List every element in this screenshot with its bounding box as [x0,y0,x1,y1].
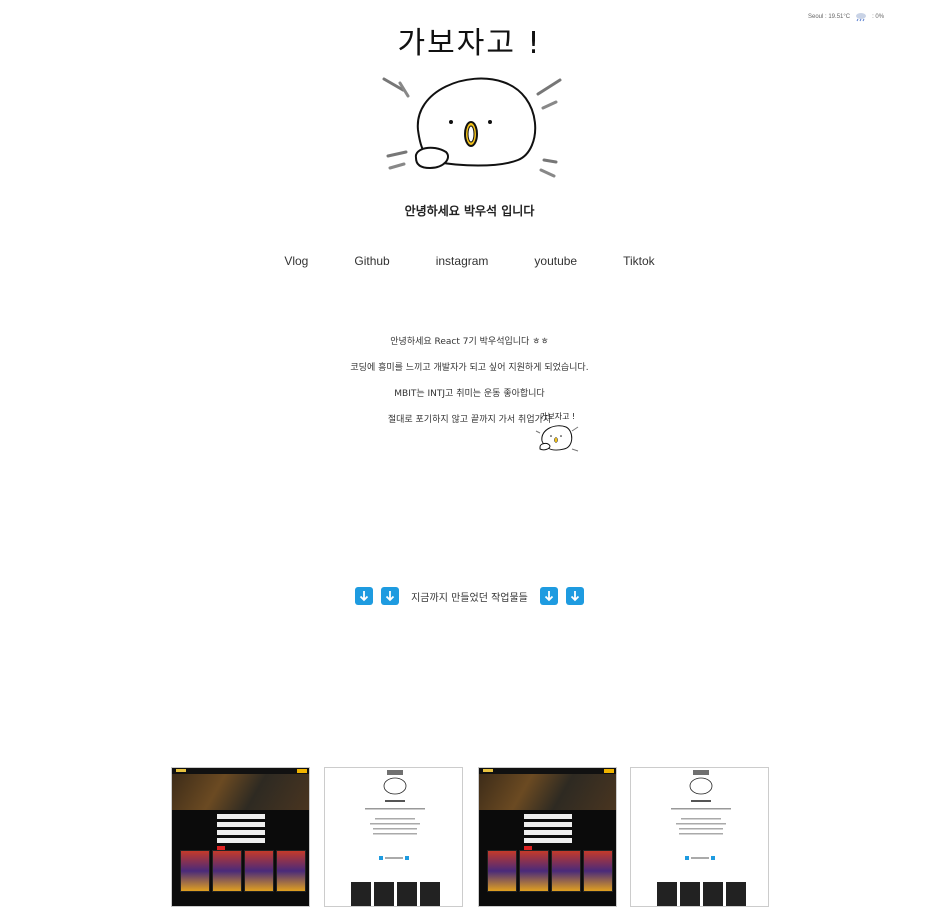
thumbnail-navbar [172,768,309,774]
nav-link-tiktok[interactable]: Tiktok [623,254,655,268]
intro-section: 안녕하세요 React 7기 박우석입니다 ㅎㅎ 코딩에 흥미를 느끼고 개발자… [0,336,939,440]
intro-line: 안녕하세요 React 7기 박우석입니다 ㅎㅎ [390,337,549,347]
thumbnail-form [524,814,572,850]
nav-link-youtube[interactable]: youtube [534,254,577,268]
intro-line: MBIT는 INTJ고 취미는 운동 좋아합니다 [394,389,545,399]
nav-link-instagram[interactable]: instagram [436,254,489,268]
thumbnail-form [217,814,265,850]
thumbnail-posters [180,850,306,892]
arrow-down-icon [381,587,400,605]
nav-link-github[interactable]: Github [354,254,389,268]
arrow-down-icon [355,587,374,605]
project-thumbnail-portfolio[interactable] [630,767,769,907]
greeting-text: 안녕하세요 박우석 입니다 [404,204,535,218]
arrow-down-icon [539,587,558,605]
thumbnail-navbar [479,768,616,774]
thumbnail-hero-image [479,768,616,810]
social-nav: Vlog Github instagram youtube Tiktok [0,254,939,268]
project-thumbnail-movie[interactable] [171,767,310,907]
project-thumbnail-movie[interactable] [478,767,617,907]
intro-line: 절대로 포기하지 않고 끝까지 가서 취업가지 [387,415,552,425]
arrow-down-icon [565,587,584,605]
mini-mascot-sticker: 가보자고 ! [534,411,584,455]
works-label: 지금까지 만들었던 작업물들 [411,592,528,604]
page-title: 가보자고 ! [397,26,542,61]
intro-line: 코딩에 흥미를 느끼고 개발자가 되고 싶어 지원하게 되었습니다. [350,363,589,373]
project-thumbnail-portfolio[interactable] [324,767,463,907]
nav-link-vlog[interactable]: Vlog [284,254,308,268]
mascot-illustration [378,70,564,180]
thumbnail-posters [487,850,613,892]
thumbnail-hero-image [172,768,309,810]
works-heading: 지금까지 만들었던 작업물들 [0,587,939,605]
